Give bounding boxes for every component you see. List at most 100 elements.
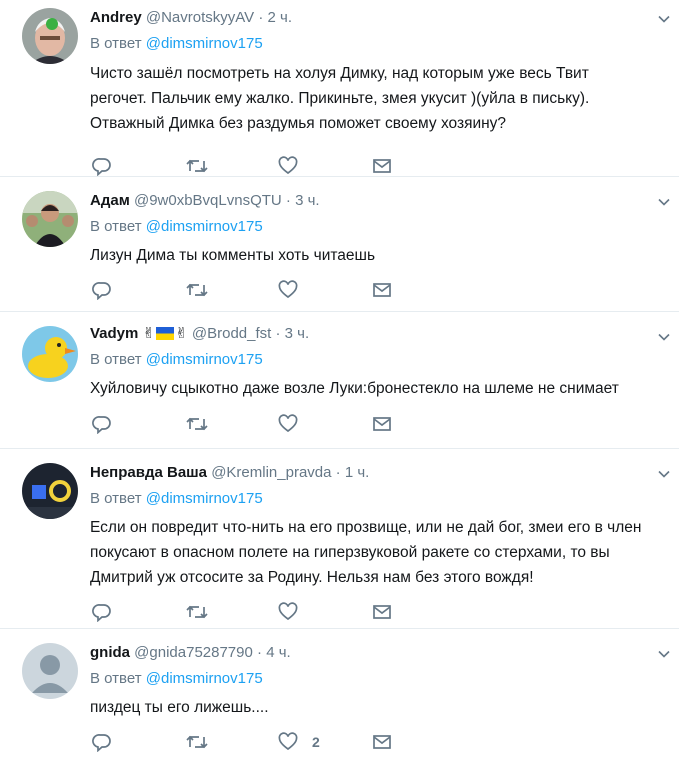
reply-context: В ответ @dimsmirnov175 [90,669,679,689]
tweet-header: Andrey @NavrotskyyAV · 2 ч. [90,0,679,28]
tweet-actions [90,156,679,178]
tweet-actions: 2 [90,732,679,754]
reply-prefix: В ответ [90,35,142,52]
tweet-header: Адам @9w0xbBvqLvnsQTU · 3 ч. [90,177,679,211]
avatar[interactable] [22,8,78,64]
retweet-icon [186,283,208,297]
tweet-header: Неправда Ваша @Kremlin_pravda · 1 ч. [90,449,679,483]
timestamp[interactable]: 1 ч. [345,464,370,481]
timestamp[interactable]: 3 ч. [295,192,320,209]
mention-link[interactable]: @dimsmirnov175 [146,35,263,52]
user-handle[interactable]: @NavrotskyyAV [146,9,254,26]
reply-context: В ответ @dimsmirnov175 [90,489,679,509]
like-button[interactable] [278,732,298,752]
reply-prefix: В ответ [90,670,142,687]
mention-link[interactable]: @dimsmirnov175 [146,670,263,687]
separator-dot: · [258,9,264,26]
tweet-text: Чисто зашёл посмотреть на холуя Димку, н… [90,65,590,132]
retweet-button[interactable] [186,156,208,176]
reply-icon [92,604,111,622]
display-name[interactable]: Адам [90,192,130,209]
heart-icon [278,156,298,175]
retweet-button[interactable] [186,280,208,300]
tweet-actions [90,414,679,436]
retweet-button[interactable] [186,414,208,434]
chevron-down-icon[interactable] [657,467,671,481]
reply-icon [92,734,111,752]
reply-icon [92,282,111,300]
heart-icon [278,732,298,751]
retweet-icon [186,605,208,619]
retweet-button[interactable] [186,732,208,752]
like-button[interactable] [278,280,298,300]
like-count: 2 [312,734,320,750]
avatar[interactable] [22,326,78,382]
reply-context: В ответ @dimsmirnov175 [90,350,679,370]
tweet[interactable]: Неправда Ваша @Kremlin_pravda · 1 ч. В о… [0,449,679,629]
reply-prefix: В ответ [90,490,142,507]
dm-button[interactable] [372,732,392,752]
retweet-icon [186,735,208,749]
like-button[interactable] [278,156,298,176]
mention-link[interactable]: @dimsmirnov175 [146,218,263,235]
reply-context: В ответ @dimsmirnov175 [90,217,679,237]
separator-dot: · [285,192,291,209]
tweet-header: gnida @gnida75287790 · 4 ч. [90,629,679,663]
heart-icon [278,602,298,621]
mention-link[interactable]: @dimsmirnov175 [146,490,263,507]
dm-button[interactable] [372,414,392,434]
reply-button[interactable] [92,156,112,176]
display-name[interactable]: Неправда Ваша [90,464,207,481]
tweet-text: Хуйловичу сцыкотно даже возле Луки:броне… [90,380,619,397]
avatar[interactable] [22,191,78,247]
reply-button[interactable] [92,280,112,300]
timestamp[interactable]: 4 ч. [266,644,291,661]
chevron-down-icon[interactable] [657,12,671,26]
reply-icon [92,158,111,176]
envelope-icon [373,605,391,619]
timestamp[interactable]: 3 ч. [285,325,310,342]
retweet-button[interactable] [186,602,208,622]
separator-dot: · [275,325,281,342]
chevron-down-icon[interactable] [657,330,671,344]
tweet[interactable]: gnida @gnida75287790 · 4 ч. В ответ @dim… [0,629,679,761]
display-name[interactable]: gnida [90,644,130,661]
envelope-icon [373,417,391,431]
display-name[interactable]: Andrey [90,9,142,26]
tweet[interactable]: Andrey @NavrotskyyAV · 2 ч. В ответ @dim… [0,0,679,177]
separator-dot: · [335,464,341,481]
reply-button[interactable] [92,602,112,622]
ukraine-flag-emoji [156,327,175,340]
tweet[interactable]: Vadym ✌ ✌ @Brodd_fst · 3 ч. В ответ @dims… [0,312,679,449]
chevron-down-icon[interactable] [657,195,671,209]
tweet-text: пиздец ты его лижешь.... [90,699,269,716]
dm-button[interactable] [372,280,392,300]
mention-link[interactable]: @dimsmirnov175 [146,351,263,368]
reply-button[interactable] [92,414,112,434]
tweet[interactable]: Адам @9w0xbBvqLvnsQTU · 3 ч. В ответ @di… [0,177,679,312]
victory-hand-emoji: ✌ [175,325,188,342]
chevron-down-icon[interactable] [657,647,671,661]
display-name[interactable]: Vadym [90,325,138,342]
user-handle[interactable]: @9w0xbBvqLvnsQTU [134,192,282,209]
like-button[interactable] [278,414,298,434]
tweet-actions [90,280,679,302]
reply-prefix: В ответ [90,218,142,235]
envelope-icon [373,159,391,173]
retweet-icon [186,159,208,173]
user-handle[interactable]: @Brodd_fst [192,325,271,342]
dm-button[interactable] [372,156,392,176]
like-button[interactable] [278,602,298,622]
tweet-text: Лизун Дима ты комменты хоть читаешь [90,247,376,264]
user-handle[interactable]: @Kremlin_pravda [211,464,331,481]
separator-dot: · [257,644,263,661]
tweet-actions [90,602,679,624]
avatar[interactable] [22,463,78,519]
reply-icon [92,416,111,434]
reply-button[interactable] [92,732,112,752]
heart-icon [278,414,298,433]
timestamp[interactable]: 2 ч. [268,9,293,26]
user-handle[interactable]: @gnida75287790 [134,644,253,661]
avatar[interactable] [22,643,78,699]
dm-button[interactable] [372,602,392,622]
